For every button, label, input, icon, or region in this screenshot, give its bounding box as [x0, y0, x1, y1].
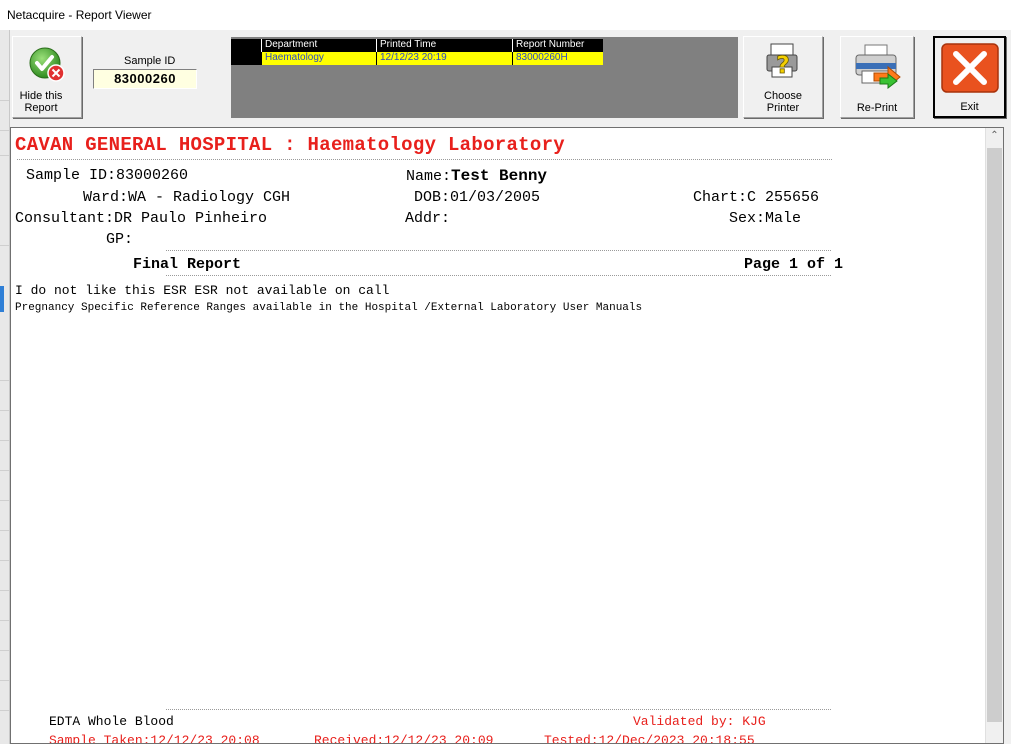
comment-line-1: I do not like this ESR ESR not available…	[15, 283, 390, 298]
page-indicator: Page 1 of 1	[744, 256, 844, 273]
exit-label: Exit	[960, 101, 979, 113]
name-label: Name:	[406, 168, 452, 185]
title-bar: Netacquire - Report Viewer	[0, 0, 1011, 30]
selection-marker	[0, 286, 4, 312]
window-title: Netacquire - Report Viewer	[7, 8, 152, 22]
hide-report-button[interactable]: Hide this Report	[12, 36, 82, 118]
hide-label-line2: Report	[24, 102, 58, 114]
ward-text: Ward:WA - Radiology CGH	[83, 189, 291, 206]
sample-id-field[interactable]: 83000260	[93, 69, 197, 89]
cell-department: Haematology	[261, 52, 376, 65]
scrollbar-thumb[interactable]	[987, 148, 1002, 722]
row-indicator	[231, 52, 261, 65]
reprint-button[interactable]: Re-Print	[840, 36, 914, 118]
report-list-header: Department Printed Time Report Number	[231, 39, 603, 52]
report-list-row[interactable]: Haematology 12/12/23 20:19 83000260H	[231, 52, 603, 65]
title-divider	[17, 159, 832, 160]
addr-text: Addr:	[405, 210, 451, 227]
sample-id-text: Sample ID:83000260	[26, 167, 189, 184]
printer-icon	[850, 41, 904, 94]
validated-text: Validated by: KJG	[633, 714, 766, 729]
scroll-up-icon[interactable]: ⌃	[986, 130, 1003, 144]
choose-printer-button[interactable]: ? Choose Printer	[743, 36, 823, 118]
header-printed-time: Printed Time	[376, 39, 512, 52]
footer-divider	[166, 709, 831, 710]
choose-label-line2: Printer	[766, 102, 800, 114]
hide-label-line1: Hide this	[19, 90, 63, 102]
choose-label-line1: Choose	[764, 90, 802, 102]
check-remove-icon	[27, 45, 67, 88]
comment-line-2: Pregnancy Specific Reference Ranges avai…	[15, 302, 643, 314]
close-icon	[940, 42, 1000, 97]
cell-report-number: 83000260H	[512, 52, 603, 65]
reprint-label: Re-Print	[856, 102, 898, 114]
sex-text: Sex:Male	[729, 210, 802, 227]
specimen-text: EDTA Whole Blood	[49, 714, 174, 729]
final-report-text: Final Report	[133, 256, 242, 273]
gp-text: GP:	[106, 231, 134, 248]
svg-text:?: ?	[776, 51, 790, 79]
cell-printed-time: 12/12/23 20:19	[376, 52, 512, 65]
printer-question-icon: ?	[763, 41, 803, 86]
header-divider	[166, 250, 831, 251]
patient-name: Name:Test Benny	[406, 167, 547, 185]
hospital-title: CAVAN GENERAL HOSPITAL : Haematology Lab…	[15, 134, 565, 156]
header-department: Department	[261, 39, 376, 52]
sample-taken-text: Sample Taken:12/12/23 20:08	[49, 733, 260, 744]
tested-text: Tested:12/Dec/2023 20:18:55	[544, 733, 755, 744]
name-value: Test Benny	[451, 167, 548, 185]
report-list-panel[interactable]: Department Printed Time Report Number Ha…	[231, 37, 738, 118]
vertical-scrollbar[interactable]: ⌃	[985, 128, 1003, 743]
header-report-number: Report Number	[512, 39, 603, 52]
chart-text: Chart:C 255656	[693, 189, 820, 206]
left-background-strip	[0, 30, 10, 744]
consultant-text: Consultant:DR Paulo Pinheiro	[15, 210, 268, 227]
sample-id-label: Sample ID	[124, 55, 176, 67]
section-divider	[166, 275, 831, 276]
report-view[interactable]: CAVAN GENERAL HOSPITAL : Haematology Lab…	[10, 127, 1004, 744]
exit-button[interactable]: Exit	[933, 36, 1006, 118]
dob-text: DOB:01/03/2005	[414, 189, 541, 206]
received-text: Received:12/12/23 20:09	[314, 733, 494, 744]
